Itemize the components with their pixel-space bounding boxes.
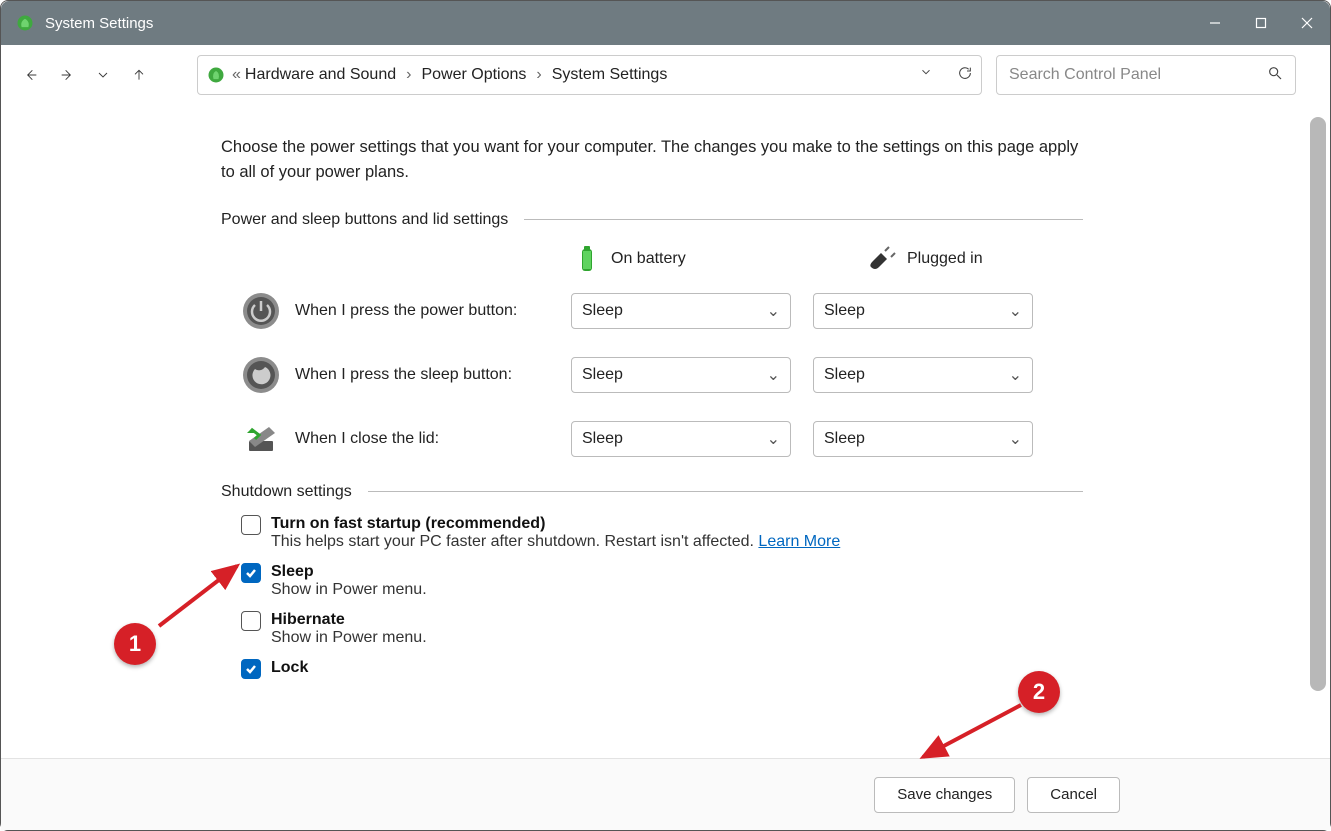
recent-button[interactable] (85, 57, 121, 93)
search-placeholder: Search Control Panel (1009, 66, 1161, 84)
content-area: Choose the power settings that you want … (1, 105, 1330, 758)
select-sleep-battery[interactable]: Sleep⌄ (571, 357, 791, 393)
checkbox-lock[interactable] (241, 659, 261, 679)
row-label: When I press the sleep button: (295, 366, 571, 384)
back-button[interactable] (13, 57, 49, 93)
section-header-shutdown: Shutdown settings (221, 483, 1083, 501)
select-lid-battery[interactable]: Sleep⌄ (571, 421, 791, 457)
breadcrumb[interactable]: « Hardware and Sound › Power Options › S… (197, 55, 982, 95)
row-sleep-button: When I press the sleep button: Sleep⌄ Sl… (241, 355, 1083, 395)
chk-title: Turn on fast startup (recommended) (271, 515, 545, 532)
scrollbar[interactable] (1310, 117, 1326, 691)
chk-sleep: Sleep Show in Power menu. (241, 563, 1083, 599)
learn-more-link[interactable]: Learn More (758, 533, 840, 550)
titlebar: System Settings (1, 1, 1330, 45)
select-power-battery[interactable]: Sleep⌄ (571, 293, 791, 329)
column-headers: On battery Plugged in (571, 243, 1083, 275)
sleep-button-icon (241, 355, 281, 395)
toolbar: « Hardware and Sound › Power Options › S… (1, 45, 1330, 105)
chk-desc: Show in Power menu. (271, 629, 427, 646)
chk-desc: Show in Power menu. (271, 581, 427, 598)
breadcrumb-item[interactable]: Hardware and Sound (245, 66, 396, 84)
row-close-lid: When I close the lid: Sleep⌄ Sleep⌄ (241, 419, 1083, 459)
search-input[interactable]: Search Control Panel (996, 55, 1296, 95)
maximize-button[interactable] (1238, 1, 1284, 45)
window-title: System Settings (45, 15, 153, 32)
minimize-button[interactable] (1192, 1, 1238, 45)
control-panel-icon (206, 65, 226, 85)
section-header-buttons: Power and sleep buttons and lid settings (221, 211, 1083, 229)
chk-title: Sleep (271, 563, 314, 580)
refresh-button[interactable] (957, 65, 973, 86)
chevron-right-icon: › (536, 66, 541, 84)
laptop-lid-icon (241, 419, 281, 459)
breadcrumb-item[interactable]: System Settings (552, 66, 668, 84)
power-button-icon (241, 291, 281, 331)
chk-hibernate: Hibernate Show in Power menu. (241, 611, 1083, 647)
breadcrumb-item[interactable]: Power Options (421, 66, 526, 84)
chk-title: Hibernate (271, 611, 345, 628)
chk-lock: Lock (241, 659, 1083, 679)
search-icon (1267, 65, 1283, 86)
save-button[interactable]: Save changes (874, 777, 1015, 813)
checkbox-sleep[interactable] (241, 563, 261, 583)
select-lid-plugged[interactable]: Sleep⌄ (813, 421, 1033, 457)
row-power-button: When I press the power button: Sleep⌄ Sl… (241, 291, 1083, 331)
up-button[interactable] (121, 57, 157, 93)
row-label: When I press the power button: (295, 302, 571, 320)
col-battery-label: On battery (611, 250, 686, 268)
footer: Save changes Cancel (1, 758, 1330, 830)
select-sleep-plugged[interactable]: Sleep⌄ (813, 357, 1033, 393)
forward-button[interactable] (49, 57, 85, 93)
history-dropdown[interactable] (919, 65, 933, 86)
intro-text: Choose the power settings that you want … (221, 135, 1083, 185)
chk-desc: This helps start your PC faster after sh… (271, 533, 758, 550)
chevron-right-icon: › (406, 66, 411, 84)
app-icon (15, 13, 35, 33)
checkbox-fast-startup[interactable] (241, 515, 261, 535)
chk-fast-startup: Turn on fast startup (recommended) This … (241, 515, 1083, 551)
annotation-marker-2: 2 (1018, 671, 1060, 713)
breadcrumb-overflow[interactable]: « (232, 66, 241, 84)
row-label: When I close the lid: (295, 430, 571, 448)
close-button[interactable] (1284, 1, 1330, 45)
checkbox-hibernate[interactable] (241, 611, 261, 631)
col-plugged-label: Plugged in (907, 250, 983, 268)
annotation-marker-1: 1 (114, 623, 156, 665)
plug-icon (867, 243, 899, 275)
select-power-plugged[interactable]: Sleep⌄ (813, 293, 1033, 329)
cancel-button[interactable]: Cancel (1027, 777, 1120, 813)
chk-title: Lock (271, 659, 308, 676)
battery-icon (571, 243, 603, 275)
